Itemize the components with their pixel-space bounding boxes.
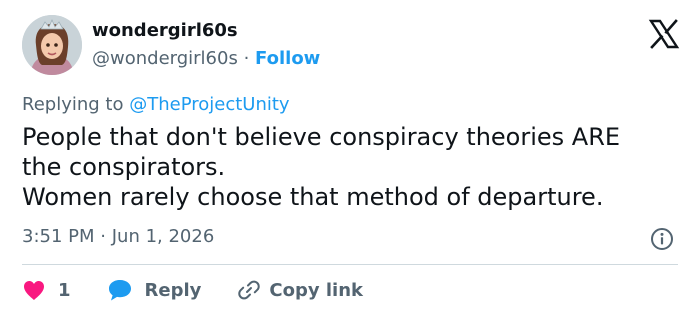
avatar[interactable] — [22, 15, 82, 75]
replying-to-label: Replying to — [22, 94, 124, 115]
like-button[interactable]: 1 — [22, 279, 71, 301]
link-icon — [238, 280, 261, 300]
info-icon[interactable] — [650, 227, 674, 251]
action-bar: 1 Reply Copy link — [22, 277, 399, 303]
timestamp-separator: · — [100, 226, 106, 247]
like-count: 1 — [58, 279, 71, 301]
tweet-text-line: Women rarely choose that method of depar… — [22, 183, 604, 211]
copy-link-button[interactable]: Copy link — [237, 278, 363, 302]
tweet-date: Jun 1, 2026 — [111, 226, 215, 247]
tweet-text: People that don't believe conspiracy the… — [22, 122, 682, 212]
reply-mention-link[interactable]: @TheProjectUnity — [129, 94, 289, 115]
reply-button[interactable]: Reply — [107, 278, 202, 302]
reply-context: Replying to @TheProjectUnity — [22, 94, 290, 115]
copy-link-label: Copy link — [269, 279, 363, 301]
avatar-image — [22, 15, 82, 75]
reply-label: Reply — [144, 279, 202, 301]
tweet-timestamp[interactable]: 3:51 PM · Jun 1, 2026 — [22, 226, 214, 247]
handle-separator: · — [243, 48, 250, 69]
author-display-name[interactable]: wondergirl60s — [92, 20, 238, 41]
x-logo-icon[interactable] — [648, 18, 680, 50]
author-handle-row: @wondergirl60s · Follow — [92, 48, 320, 69]
divider — [22, 264, 678, 265]
heart-icon — [24, 281, 44, 300]
tweet-text-line: People that don't believe conspiracy the… — [22, 123, 621, 151]
tweet-time: 3:51 PM — [22, 226, 95, 247]
follow-button[interactable]: Follow — [255, 48, 320, 69]
author-handle[interactable]: @wondergirl60s — [92, 48, 238, 69]
tweet-text-line: the conspirators. — [22, 153, 226, 181]
speech-bubble-icon — [108, 280, 131, 301]
